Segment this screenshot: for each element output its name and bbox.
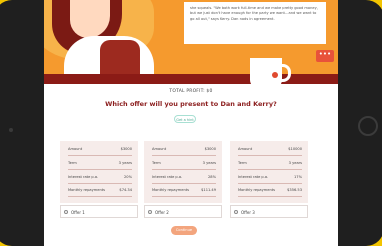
offer-card-1: Amount $3000 Term 3 years Interest rate … xyxy=(60,141,138,218)
row-repayments: Monthly repayments $356.53 xyxy=(234,188,304,197)
camera-icon xyxy=(9,128,13,132)
radio-icon[interactable] xyxy=(148,210,152,214)
offer-3-option[interactable]: Offer 3 xyxy=(230,205,308,218)
row-rate: Interest rate p.a. 17% xyxy=(234,175,304,184)
row-repayments: Monthly repayments $111.49 xyxy=(148,188,218,197)
home-button[interactable] xyxy=(358,116,378,136)
offer-1-option[interactable]: Offer 1 xyxy=(60,205,138,218)
row-amount: Amount $3000 xyxy=(64,147,134,156)
hint-button[interactable]: Get a hint xyxy=(174,115,196,123)
offer-2-option[interactable]: Offer 2 xyxy=(144,205,222,218)
row-repayments: Monthly repayments $74.34 xyxy=(64,188,134,197)
row-rate: Interest rate p.a. 20% xyxy=(64,175,134,184)
total-profit: TOTAL PROFIT: $0 xyxy=(169,89,213,94)
story-illustration: she squeals. "We both work full-time and… xyxy=(44,0,338,84)
continue-button[interactable]: Continue xyxy=(171,226,197,235)
question-heading: Which offer will you present to Dan and … xyxy=(105,100,277,108)
story-speech-bubble: she squeals. "We both work full-time and… xyxy=(184,2,326,44)
radio-icon[interactable] xyxy=(64,210,68,214)
row-amount: Amount $3000 xyxy=(148,147,218,156)
row-rate: Interest rate p.a. 28% xyxy=(148,175,218,184)
row-term: Term 3 years xyxy=(148,161,218,170)
radio-icon[interactable] xyxy=(234,210,238,214)
row-amount: Amount $10000 xyxy=(234,147,304,156)
row-term: Term 3 years xyxy=(64,161,134,170)
app-screen: she squeals. "We both work full-time and… xyxy=(44,0,338,246)
more-button[interactable]: ••• xyxy=(316,50,334,62)
offer-card-3: Amount $10000 Term 3 years Interest rate… xyxy=(230,141,308,218)
offer-card-2: Amount $3000 Term 3 years Interest rate … xyxy=(144,141,222,218)
row-term: Term 3 years xyxy=(234,161,304,170)
